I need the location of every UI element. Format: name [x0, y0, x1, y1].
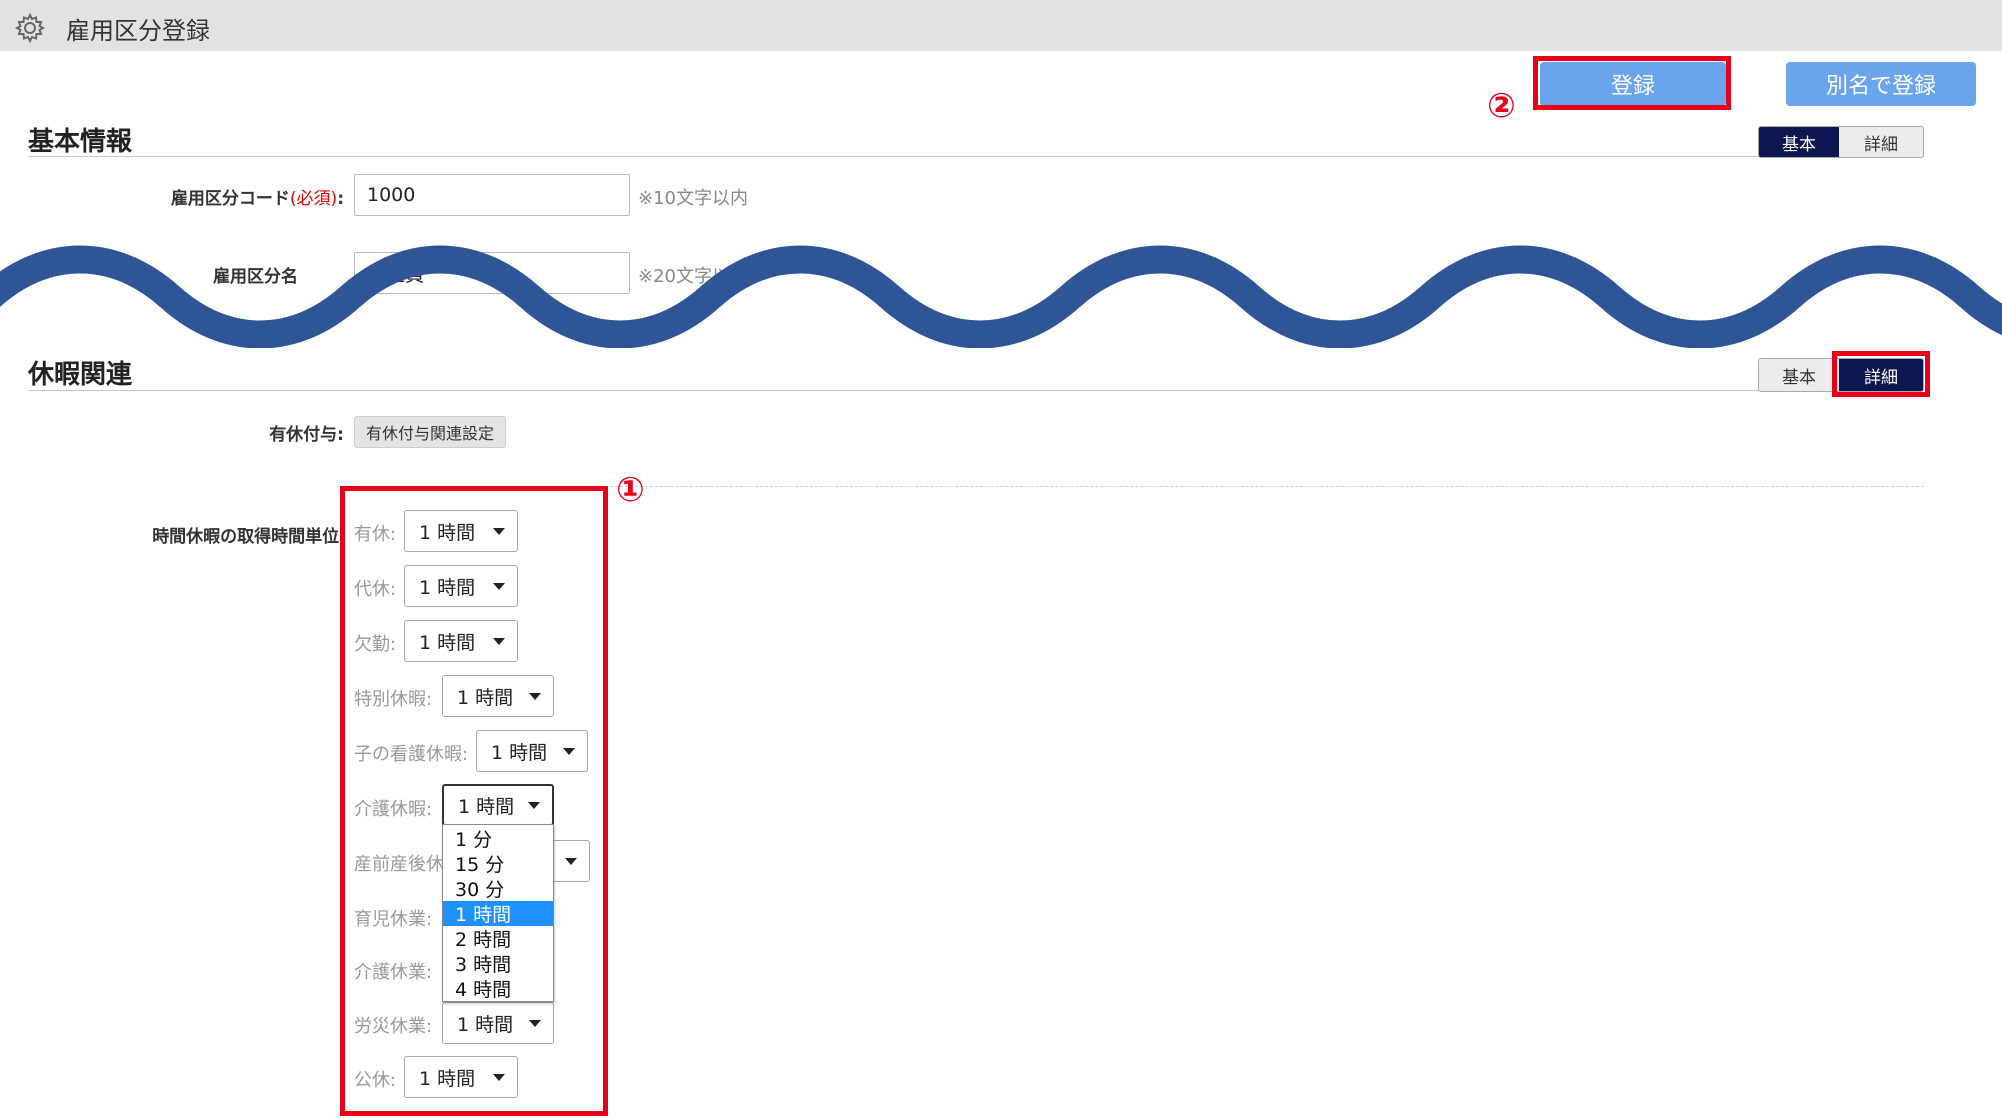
- required-mark: (必須): [289, 189, 338, 209]
- divider: [28, 156, 1924, 157]
- title-bar: [0, 0, 2002, 51]
- section-title-leave: 休暇関連: [28, 360, 133, 390]
- label-colon: :: [337, 189, 344, 209]
- window-title: 雇用区分登録: [66, 17, 210, 45]
- highlight-box-register: [1533, 56, 1731, 110]
- section-title-basic-info: 基本情報: [28, 127, 133, 157]
- employment-code-label: 雇用区分コード(必須):: [100, 184, 344, 209]
- time-unit-label: 時間休暇の取得時間単位:: [152, 527, 346, 547]
- divider: [28, 390, 1924, 391]
- dashed-divider: [600, 486, 1924, 487]
- view-toggle-basic-info: 基本 詳細: [1758, 126, 1924, 158]
- highlight-box-time-units: [340, 486, 608, 1116]
- wave-break-graphic: [0, 245, 2002, 348]
- toggle-detail[interactable]: 詳細: [1839, 127, 1923, 157]
- register-as-alias-button[interactable]: 別名で登録: [1786, 62, 1976, 106]
- toggle-basic[interactable]: 基本: [1759, 127, 1839, 157]
- gear-icon: [14, 12, 46, 44]
- employment-code-label-text: 雇用区分コード: [170, 189, 290, 209]
- employment-code-input[interactable]: 1000: [354, 174, 630, 216]
- toggle-basic[interactable]: 基本: [1759, 359, 1839, 391]
- employment-code-hint: ※10文字以内: [638, 188, 748, 209]
- highlight-box-detail: [1832, 351, 1930, 397]
- annotation-number-1: ①: [616, 470, 645, 510]
- annotation-number-2: ②: [1487, 86, 1516, 126]
- paid-grant-label: 有休付与:: [269, 425, 344, 445]
- paid-grant-settings-button[interactable]: 有休付与関連設定: [354, 416, 506, 448]
